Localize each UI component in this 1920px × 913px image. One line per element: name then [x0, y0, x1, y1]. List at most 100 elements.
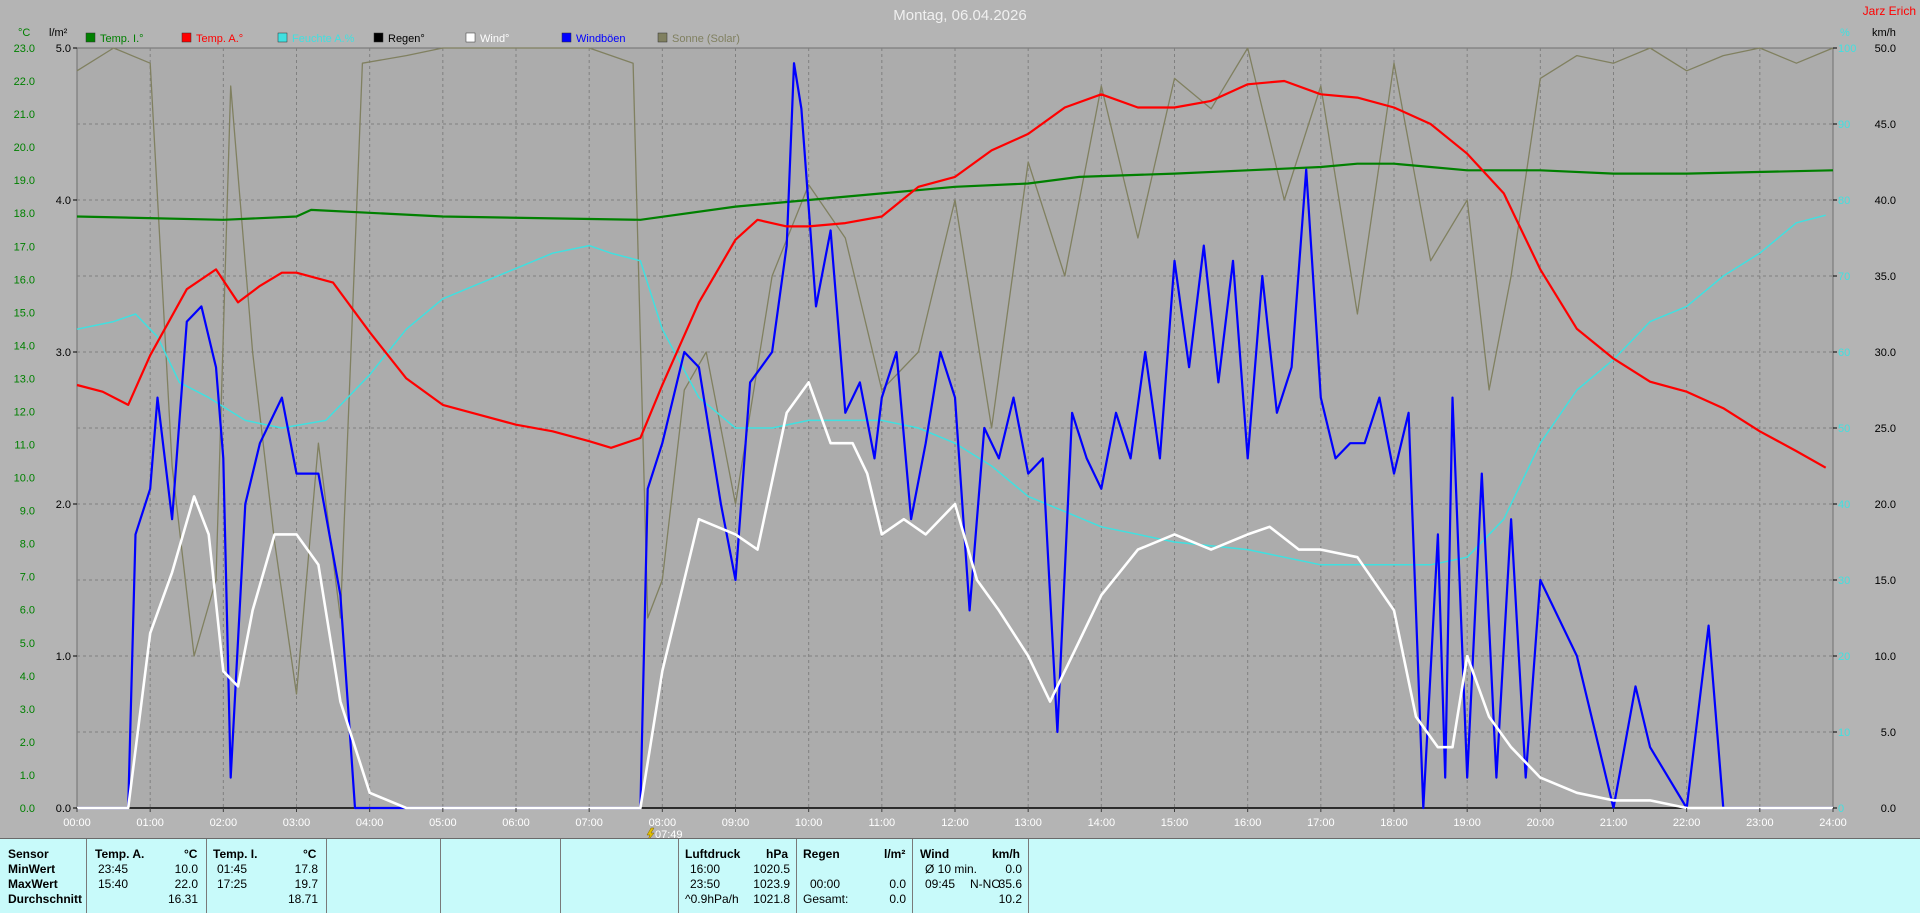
min-row-label: MinWert: [8, 862, 56, 876]
separator: [440, 839, 441, 913]
wind-avg10-label: Ø 10 min.: [925, 862, 978, 876]
legend-swatch: [657, 32, 668, 43]
x-tick-label: 05:00: [429, 817, 457, 829]
pressure-max-time: 23:50: [690, 877, 721, 891]
chart-title: Montag, 06.04.2026: [893, 7, 1026, 24]
y-temp-tick-label: 5.0: [20, 638, 35, 650]
wind-avg10-value: 0.0: [1005, 862, 1022, 876]
temp-i-min-time: 01:45: [217, 862, 248, 876]
x-tick-label: 22:00: [1673, 817, 1701, 829]
separator: [326, 839, 327, 913]
x-tick-label: 04:00: [356, 817, 384, 829]
y-wind-tick-label: 5.0: [1881, 727, 1896, 739]
x-tick-label: 10:00: [795, 817, 823, 829]
separator: [86, 839, 87, 913]
legend: Temp. I.° Temp. A.° Feuchte A.% Regen° Wind°…: [85, 32, 740, 45]
y-temp-tick-label: 0.0: [20, 803, 35, 815]
y-pct-tick-label: 40: [1838, 499, 1850, 511]
y-temp-tick-label: 19.0: [14, 175, 35, 187]
y-pct-tick-label: 30: [1838, 575, 1850, 587]
temp-a-avg: 16.31: [167, 892, 198, 906]
y-temp-tick-label: 10.0: [14, 473, 35, 485]
y-temp-tick-label: 12.0: [14, 406, 35, 418]
x-tick-label: 06:00: [502, 817, 530, 829]
unit-rain-label: l/m²: [49, 27, 68, 39]
temp-i-min-value: 17.8: [294, 862, 318, 876]
avg-row-label: Durchschnitt: [8, 892, 83, 906]
x-tick-label: 14:00: [1088, 817, 1116, 829]
y-wind-tick-label: 0.0: [1881, 803, 1896, 815]
y-rain-tick-label: 0.0: [56, 803, 71, 815]
y-rain-tick-label: 3.0: [56, 347, 71, 359]
y-temp-tick-label: 22.0: [14, 76, 35, 88]
rain-max-value: 0.0: [889, 877, 906, 891]
separator: [206, 839, 207, 913]
wind-header: Wind: [920, 847, 950, 861]
x-tick-label: 11:00: [868, 817, 895, 829]
temp-i-avg: 18.71: [287, 892, 318, 906]
rain-total-value: 0.0: [889, 892, 906, 906]
y-wind-tick-label: 15.0: [1875, 575, 1896, 587]
x-tick-label: 07:00: [575, 817, 603, 829]
y-temp-tick-label: 23.0: [14, 43, 35, 55]
x-tick-label: 00:00: [63, 817, 91, 829]
y-temp-tick-label: 18.0: [14, 208, 35, 220]
y-temp-tick-label: 20.0: [14, 142, 35, 154]
temp-a-max-time: 15:40: [98, 877, 129, 891]
wind-avg: 10.2: [998, 892, 1022, 906]
separator: [796, 839, 797, 913]
legend-label: Feuchte A.%: [292, 33, 355, 45]
temp-i-max-value: 19.7: [294, 877, 318, 891]
y-temp-tick-label: 4.0: [20, 671, 35, 683]
legend-label: Temp. A.°: [196, 33, 243, 45]
y-wind-tick-label: 40.0: [1875, 195, 1896, 207]
x-tick-label: 01:00: [136, 817, 164, 829]
separator: [560, 839, 561, 913]
x-tick-label: 03:00: [283, 817, 311, 829]
y-wind-tick-label: 30.0: [1875, 347, 1896, 359]
x-tick-label: 16:00: [1234, 817, 1262, 829]
y-temp-tick-label: 1.0: [20, 770, 35, 782]
y-pct-tick-label: 50: [1838, 423, 1850, 435]
pressure-max-value: 1023.9: [753, 877, 790, 891]
y-wind-tick-label: 25.0: [1875, 423, 1896, 435]
temp-a-unit: °C: [184, 847, 198, 861]
y-pct-tick-label: 90: [1838, 119, 1850, 131]
x-tick-label: 09:00: [722, 817, 750, 829]
y-temp-tick-label: 21.0: [14, 109, 35, 121]
x-tick-label: 18:00: [1380, 817, 1408, 829]
y-temp-tick-label: 3.0: [20, 704, 35, 716]
legend-label: Temp. I.°: [100, 33, 144, 45]
temp-a-max-value: 22.0: [174, 877, 198, 891]
y-temp-tick-label: 14.0: [14, 340, 35, 352]
legend-swatch: [277, 32, 288, 43]
y-wind-tick-label: 10.0: [1875, 651, 1896, 663]
y-temp-tick-label: 6.0: [20, 605, 35, 617]
rain-unit: l/m²: [884, 847, 906, 861]
pressure-header: Luftdruck: [685, 847, 741, 861]
y-pct-tick-label: 10: [1838, 727, 1850, 739]
unit-wind-label: km/h: [1872, 27, 1896, 39]
y-rain-tick-label: 4.0: [56, 195, 71, 207]
pressure-min-time: 16:00: [690, 862, 721, 876]
separator: [678, 839, 679, 913]
time-marker: 07:49: [646, 827, 683, 838]
y-temp-tick-label: 13.0: [14, 373, 35, 385]
y-rain-tick-label: 5.0: [56, 43, 71, 55]
y-pct-tick-label: 20: [1838, 651, 1850, 663]
y-rain-tick-label: 2.0: [56, 499, 71, 511]
legend-label: Regen°: [388, 33, 425, 45]
x-tick-label: 17:00: [1307, 817, 1335, 829]
legend-swatch: [181, 32, 192, 43]
y-temp-tick-label: 15.0: [14, 307, 35, 319]
legend-label: Wind°: [480, 33, 509, 45]
y-pct-tick-label: 100: [1838, 43, 1856, 55]
separator: [912, 839, 913, 913]
x-tick-label: 23:00: [1746, 817, 1774, 829]
x-tick-label: 12:00: [941, 817, 969, 829]
legend-swatch: [85, 32, 96, 43]
y-pct-tick-label: 70: [1838, 271, 1850, 283]
rain-header: Regen: [803, 847, 840, 861]
y-wind-tick-label: 20.0: [1875, 499, 1896, 511]
unit-pct-label: %: [1840, 27, 1850, 39]
